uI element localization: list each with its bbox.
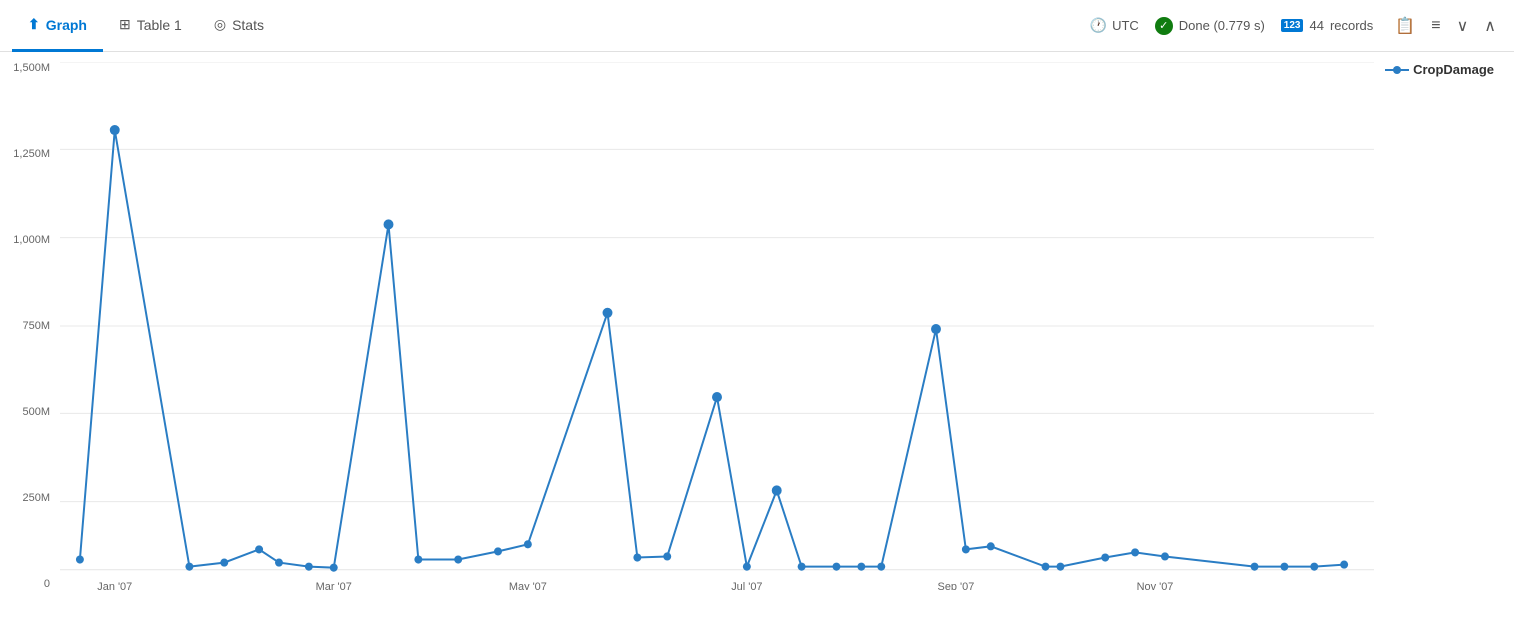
data-point <box>220 559 228 567</box>
header-bar: ⬆ Graph ⊞ Table 1 ◎ Stats 🕐 UTC ✓ Done (… <box>0 0 1514 52</box>
data-point <box>330 564 338 572</box>
data-point <box>1101 553 1109 561</box>
copy-button[interactable]: 📋 <box>1389 12 1421 40</box>
data-point <box>1251 563 1259 571</box>
data-point <box>1161 552 1169 560</box>
data-point <box>663 552 671 560</box>
data-point <box>1340 561 1348 569</box>
y-label-0: 0 <box>44 578 50 590</box>
status-text: Done (0.779 s) <box>1179 18 1265 33</box>
tab-graph[interactable]: ⬆ Graph <box>12 1 103 52</box>
data-point <box>712 392 722 402</box>
data-point <box>962 545 970 553</box>
y-label-1250: 1,250M <box>13 148 50 160</box>
data-point <box>743 563 751 571</box>
data-point <box>1310 563 1318 571</box>
data-point <box>454 555 462 563</box>
y-label-1000: 1,000M <box>13 234 50 246</box>
timezone-indicator: 🕐 UTC <box>1090 17 1139 34</box>
legend-label: CropDamage <box>1413 62 1494 77</box>
data-point <box>798 563 806 571</box>
collapse-button[interactable]: ∧ <box>1478 12 1502 40</box>
data-point <box>1280 563 1288 571</box>
chart-legend: CropDamage <box>1385 62 1494 77</box>
y-axis-labels: 1,500M 1,250M 1,000M 750M 500M 250M 0 <box>0 62 58 590</box>
main-chart: Jan '07 Mar '07 May '07 Jul '07 Sep '07 … <box>60 62 1374 590</box>
data-point <box>633 553 641 561</box>
toolbar-buttons: 📋 ≡ ∨ ∧ <box>1389 12 1502 40</box>
data-point <box>185 563 193 571</box>
tab-table1[interactable]: ⊞ Table 1 <box>103 1 198 52</box>
y-label-500: 500M <box>22 406 50 418</box>
tab-table1-label: Table 1 <box>137 17 182 33</box>
data-point <box>524 540 532 548</box>
header-right: 🕐 UTC ✓ Done (0.779 s) 123 44 records 📋 … <box>1090 12 1502 40</box>
data-point <box>1042 563 1050 571</box>
x-label-sep: Sep '07 <box>938 581 975 590</box>
data-point <box>1056 563 1064 571</box>
chart-container: 1,500M 1,250M 1,000M 750M 500M 250M 0 Cr… <box>0 52 1514 630</box>
x-label-may: May '07 <box>509 581 547 590</box>
done-icon: ✓ <box>1155 17 1173 35</box>
data-point <box>857 563 865 571</box>
data-point <box>931 324 941 334</box>
x-label-nov: Nov '07 <box>1137 581 1174 590</box>
data-point <box>110 125 120 135</box>
timezone-label: UTC <box>1112 18 1139 33</box>
status-indicator: ✓ Done (0.779 s) <box>1155 17 1265 35</box>
data-point <box>414 555 422 563</box>
x-label-jan: Jan '07 <box>97 581 132 590</box>
records-badge: 123 <box>1281 19 1304 32</box>
y-label-750: 750M <box>22 320 50 332</box>
data-point <box>987 542 995 550</box>
dropdown-button[interactable]: ∨ <box>1451 12 1475 40</box>
legend-line-svg <box>1385 64 1409 76</box>
data-point <box>305 563 313 571</box>
records-indicator: 123 44 records <box>1281 18 1374 33</box>
data-point <box>772 485 782 495</box>
data-point <box>494 547 502 555</box>
data-point <box>1131 548 1139 556</box>
data-point <box>76 555 84 563</box>
records-label: records <box>1330 18 1373 33</box>
data-point <box>603 308 613 318</box>
stats-icon: ◎ <box>214 16 226 33</box>
tab-stats[interactable]: ◎ Stats <box>198 1 280 52</box>
y-label-250: 250M <box>22 492 50 504</box>
records-count: 44 <box>1309 18 1323 33</box>
tab-graph-label: Graph <box>46 17 87 33</box>
clock-icon: 🕐 <box>1090 17 1107 34</box>
graph-icon: ⬆ <box>28 16 40 33</box>
tab-stats-label: Stats <box>232 17 264 33</box>
data-point <box>877 563 885 571</box>
columns-button[interactable]: ≡ <box>1425 13 1446 39</box>
data-point <box>384 219 394 229</box>
table-icon: ⊞ <box>119 16 131 33</box>
x-label-jul: Jul '07 <box>731 581 762 590</box>
data-point <box>275 559 283 567</box>
y-label-1500: 1,500M <box>13 62 50 74</box>
legend-line: CropDamage <box>1385 62 1494 77</box>
data-point <box>832 563 840 571</box>
data-point <box>255 545 263 553</box>
x-label-mar: Mar '07 <box>316 581 352 590</box>
